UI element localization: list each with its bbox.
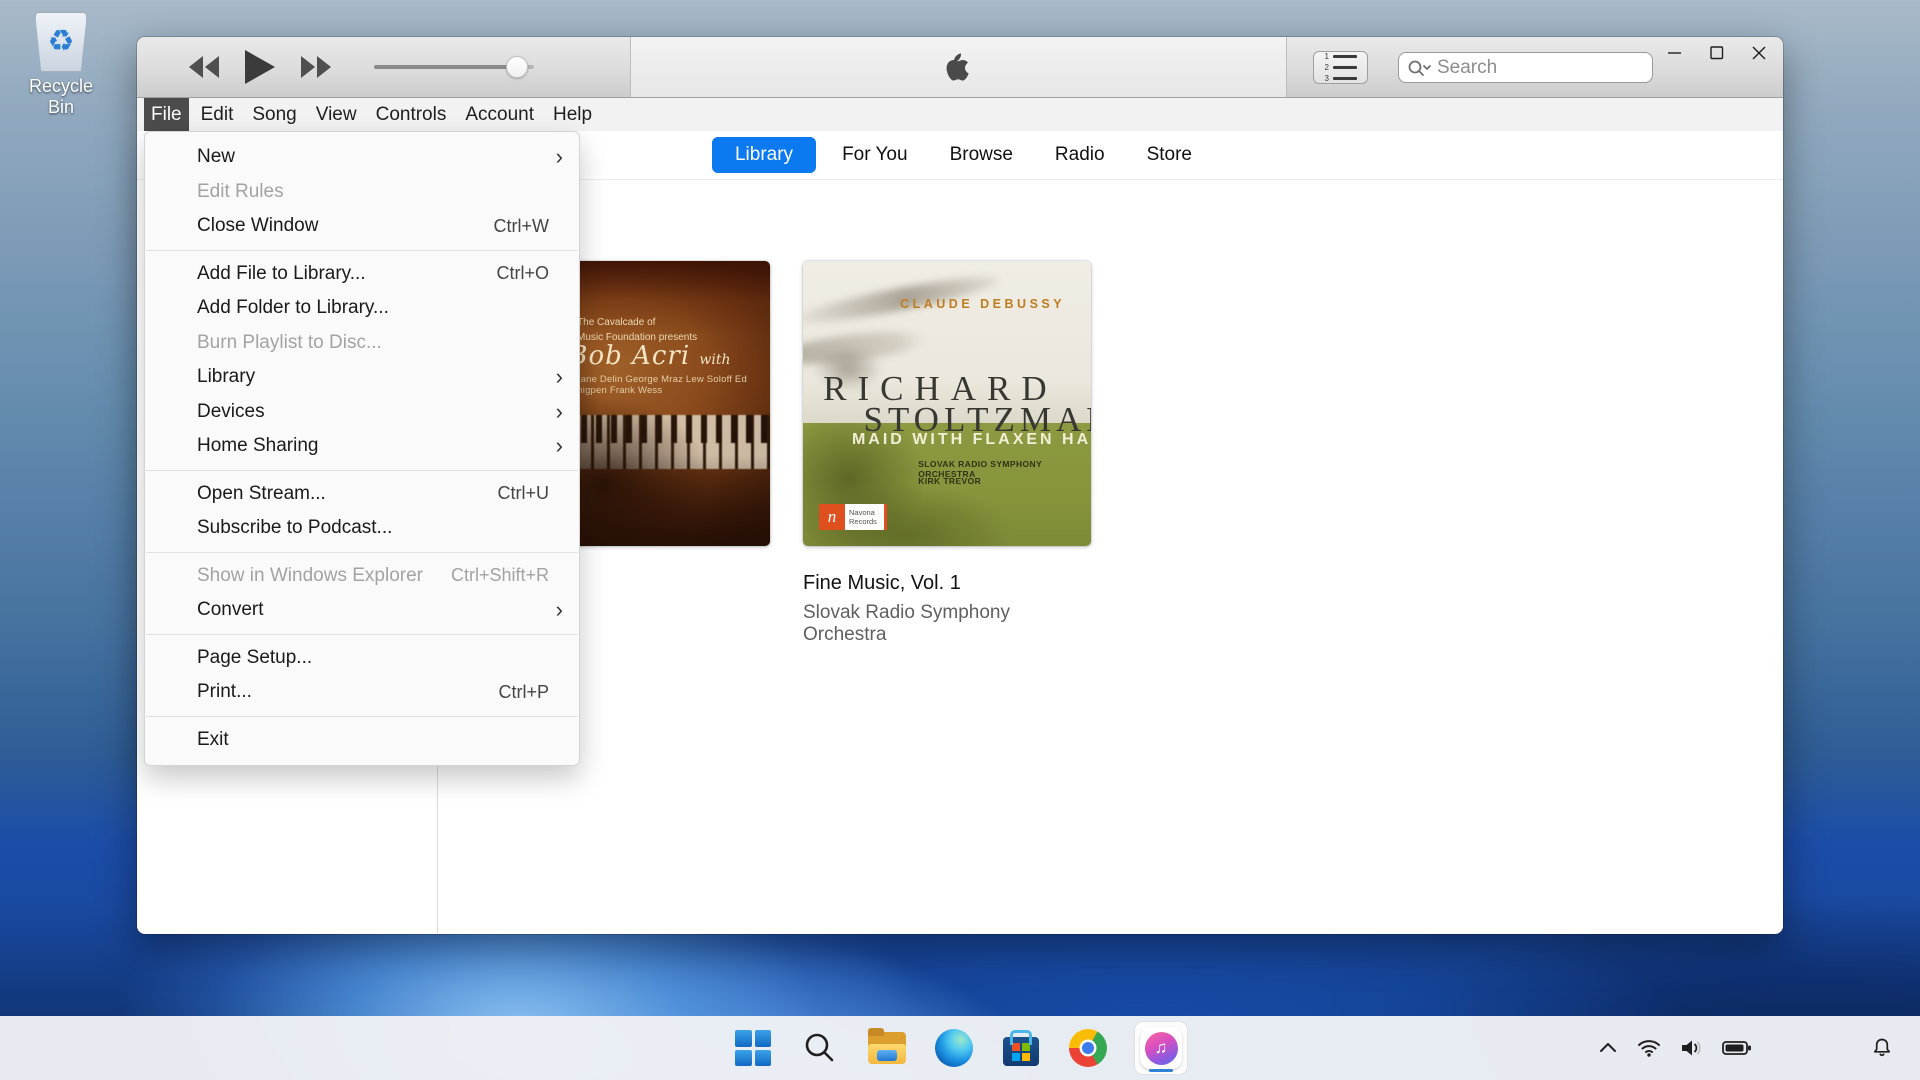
menu-item-exit[interactable]: Exit xyxy=(145,723,579,758)
folder-icon xyxy=(868,1032,906,1064)
show-hidden-icons-button[interactable] xyxy=(1597,1040,1619,1056)
submenu-arrow-icon: › xyxy=(549,599,563,621)
menu-item-show-in-windows-explorer: Show in Windows ExplorerCtrl+Shift+R xyxy=(145,559,579,594)
search-field[interactable] xyxy=(1398,52,1653,83)
close-button[interactable] xyxy=(1745,41,1773,65)
cover-composer: CLAUDE DEBUSSY xyxy=(900,297,1065,311)
recycle-bin-icon: ♻ xyxy=(35,12,87,72)
menu-item-home-sharing[interactable]: Home Sharing› xyxy=(145,429,579,464)
menu-item-print[interactable]: Print...Ctrl+P xyxy=(145,675,579,710)
menu-help[interactable]: Help xyxy=(546,98,599,131)
file-explorer-button[interactable] xyxy=(867,1028,907,1068)
menu-item-convert[interactable]: Convert› xyxy=(145,593,579,628)
menu-controls[interactable]: Controls xyxy=(369,98,454,131)
next-track-button[interactable] xyxy=(299,56,331,78)
menubar: File Edit Song View Controls Account Hel… xyxy=(137,98,1783,131)
volume-track[interactable] xyxy=(374,65,534,69)
minimize-button[interactable] xyxy=(1661,41,1689,65)
menu-item-devices[interactable]: Devices› xyxy=(145,395,579,430)
microsoft-store-button[interactable] xyxy=(1001,1028,1041,1068)
tab-radio[interactable]: Radio xyxy=(1039,137,1121,173)
taskbar-search-button[interactable] xyxy=(800,1028,840,1068)
search-icon xyxy=(1407,59,1433,77)
menu-item-open-stream[interactable]: Open Stream...Ctrl+U xyxy=(145,477,579,512)
chrome-button[interactable] xyxy=(1068,1028,1108,1068)
tab-store[interactable]: Store xyxy=(1131,137,1208,173)
menu-item-burn-playlist: Burn Playlist to Disc... xyxy=(145,326,579,361)
microsoft-store-icon xyxy=(1003,1037,1039,1066)
menu-song[interactable]: Song xyxy=(245,98,303,131)
volume-tray-icon[interactable] xyxy=(1679,1038,1705,1058)
wifi-icon[interactable] xyxy=(1636,1038,1662,1058)
menu-item-new[interactable]: New› xyxy=(145,140,579,175)
tab-library[interactable]: Library xyxy=(712,137,816,173)
menu-separator xyxy=(146,552,578,553)
record-label-logo: n Navona Records xyxy=(819,504,887,530)
menu-item-add-file-to-library[interactable]: Add File to Library...Ctrl+O xyxy=(145,257,579,292)
menu-separator xyxy=(146,250,578,251)
file-menu-dropdown: New› Edit Rules Close WindowCtrl+W Add F… xyxy=(144,131,580,766)
cover-album-banner: MAID WITH FLAXEN HAIR xyxy=(852,431,1091,449)
active-app-indicator xyxy=(1149,1069,1173,1072)
tab-browse[interactable]: Browse xyxy=(934,137,1029,173)
previous-track-button[interactable] xyxy=(189,56,221,78)
menu-account[interactable]: Account xyxy=(458,98,541,131)
now-playing-display xyxy=(630,37,1287,97)
album-title[interactable]: Fine Music, Vol. 1 xyxy=(803,572,1091,595)
recycle-bin-label: Recycle Bin xyxy=(16,76,106,118)
cover-conductor: KIRK TREVOR xyxy=(918,476,981,486)
menu-separator xyxy=(146,470,578,471)
submenu-arrow-icon: › xyxy=(549,366,563,388)
itunes-icon: ♫ xyxy=(1140,1027,1182,1069)
submenu-arrow-icon: › xyxy=(549,435,563,457)
play-button[interactable] xyxy=(245,50,275,84)
menu-item-page-setup[interactable]: Page Setup... xyxy=(145,641,579,676)
start-button[interactable] xyxy=(733,1028,773,1068)
menu-item-add-folder-to-library[interactable]: Add Folder to Library... xyxy=(145,291,579,326)
windows-logo-icon xyxy=(735,1030,771,1066)
battery-icon[interactable] xyxy=(1722,1039,1752,1057)
apple-logo-icon xyxy=(945,51,972,83)
up-next-queue-button[interactable]: 1 2 3 xyxy=(1313,51,1368,84)
notification-bell-button[interactable] xyxy=(1870,1016,1894,1080)
menu-edit[interactable]: Edit xyxy=(194,98,241,131)
toolbar: 1 2 3 xyxy=(137,37,1783,98)
submenu-arrow-icon: › xyxy=(549,146,563,168)
menu-item-subscribe-to-podcast[interactable]: Subscribe to Podcast... xyxy=(145,511,579,546)
edge-button[interactable] xyxy=(934,1028,974,1068)
menu-separator xyxy=(146,716,578,717)
volume-slider[interactable] xyxy=(374,37,539,97)
album-item-fine-music[interactable]: CLAUDE DEBUSSY RICHARD STOLTZMAN MAID WI… xyxy=(803,261,1091,646)
submenu-arrow-icon: › xyxy=(549,401,563,423)
chrome-icon xyxy=(1069,1029,1107,1067)
numbered-list-icon: 1 xyxy=(1325,53,1357,61)
itunes-window: 1 2 3 xyxy=(137,37,1783,934)
recycle-bin[interactable]: ♻ Recycle Bin xyxy=(16,12,106,118)
desktop-wallpaper: ♻ Recycle Bin xyxy=(0,0,1920,1080)
menu-item-edit-rules: Edit Rules xyxy=(145,175,579,210)
edge-icon xyxy=(935,1029,973,1067)
taskbar: ♫ xyxy=(0,1016,1920,1080)
album-cover-fine-music[interactable]: CLAUDE DEBUSSY RICHARD STOLTZMAN MAID WI… xyxy=(803,261,1091,546)
menu-item-close-window[interactable]: Close WindowCtrl+W xyxy=(145,209,579,244)
menu-file[interactable]: File xyxy=(144,98,189,131)
menu-view[interactable]: View xyxy=(309,98,364,131)
menu-item-library[interactable]: Library› xyxy=(145,360,579,395)
maximize-button[interactable] xyxy=(1703,41,1731,65)
playback-controls xyxy=(189,37,331,97)
itunes-taskbar-button[interactable]: ♫ xyxy=(1135,1022,1187,1074)
album-artist[interactable]: Slovak Radio Symphony Orchestra xyxy=(803,602,1091,646)
volume-thumb[interactable] xyxy=(506,56,528,78)
tab-for-you[interactable]: For You xyxy=(826,137,924,173)
search-icon xyxy=(803,1031,837,1065)
menu-separator xyxy=(146,634,578,635)
search-input[interactable] xyxy=(1437,57,1627,79)
